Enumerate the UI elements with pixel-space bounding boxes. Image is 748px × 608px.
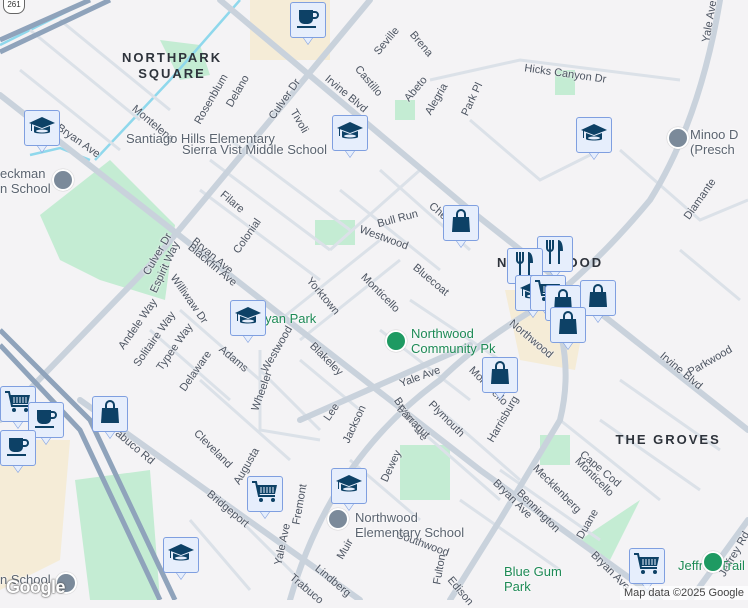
- school-pin[interactable]: [24, 110, 60, 156]
- poi-label[interactable]: Minoo D (Presch: [690, 127, 738, 157]
- shopping-bag-pin[interactable]: [482, 357, 518, 403]
- school-icon: [234, 305, 262, 332]
- coffee-icon: [296, 7, 320, 34]
- poi-label[interactable]: Santiago Hills Elementary: [126, 131, 275, 146]
- shopping-cart-icon: [633, 552, 661, 581]
- park-tree-icon[interactable]: [702, 551, 724, 573]
- school-pin[interactable]: [576, 117, 612, 163]
- school-icon: [335, 473, 363, 500]
- school-icon: [580, 122, 608, 149]
- poi-label[interactable]: Northwood Elementary School: [355, 510, 464, 540]
- shopping-bag-pin[interactable]: [92, 396, 128, 442]
- route-261-shield: 261: [3, 0, 25, 14]
- school-pin[interactable]: [163, 537, 199, 583]
- coffee-icon: [34, 407, 58, 434]
- shopping-bag-icon: [557, 310, 579, 340]
- park-tree-icon[interactable]: [385, 330, 407, 352]
- shopping-bag-pin[interactable]: [550, 307, 586, 353]
- school-pin[interactable]: [332, 115, 368, 161]
- school-icon: [336, 120, 364, 147]
- shopping-bag-icon: [587, 283, 609, 313]
- neighborhood-label: NORTHPARK SQUARE: [122, 50, 223, 81]
- google-logo[interactable]: Google: [6, 577, 66, 598]
- shopping-cart-pin[interactable]: [247, 476, 283, 522]
- shopping-bag-icon: [99, 399, 121, 429]
- restaurant-icon: [544, 239, 566, 270]
- school-icon: [28, 115, 56, 142]
- poi-label[interactable]: Northwood Community Pk: [411, 326, 496, 356]
- poi-label[interactable]: Blue Gum Park: [504, 564, 562, 594]
- shopping-bag-pin[interactable]: [443, 205, 479, 251]
- school-icon: [167, 542, 195, 569]
- coffee-icon: [6, 435, 30, 462]
- shopping-bag-icon: [489, 360, 511, 390]
- shopping-bag-icon: [450, 208, 472, 238]
- school-icon[interactable]: [667, 127, 689, 149]
- shopping-cart-icon: [251, 480, 279, 509]
- coffee-pin[interactable]: [290, 2, 326, 48]
- poi-label[interactable]: eckman n School: [0, 166, 51, 196]
- school-icon[interactable]: [52, 169, 74, 191]
- school-pin[interactable]: [230, 300, 266, 346]
- coffee-pin[interactable]: [0, 430, 36, 476]
- neighborhood-label: THE GROVES: [615, 432, 721, 447]
- school-pin[interactable]: [331, 468, 367, 514]
- map-attribution[interactable]: Map data ©2025 Google: [619, 586, 748, 600]
